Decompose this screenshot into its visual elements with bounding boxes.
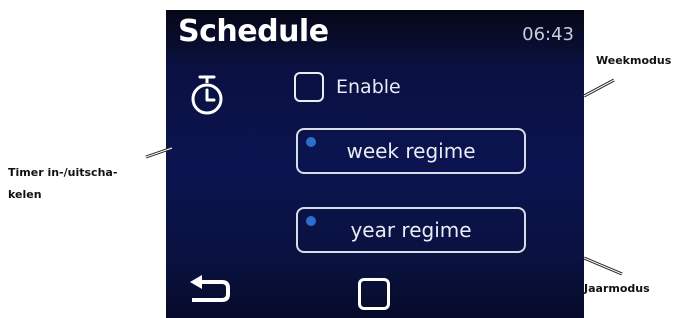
selection-dot bbox=[306, 216, 316, 226]
title-bar: Schedule 06:43 bbox=[166, 10, 584, 58]
home-square-icon[interactable] bbox=[358, 278, 390, 310]
year-regime-button[interactable]: year regime bbox=[296, 207, 526, 253]
year-regime-label: year regime bbox=[350, 218, 472, 242]
week-regime-button[interactable]: week regime bbox=[296, 128, 526, 174]
back-arrow-icon[interactable] bbox=[188, 274, 232, 308]
leader-week bbox=[583, 78, 615, 98]
selection-dot bbox=[306, 137, 316, 147]
annotation-jaar: Jaarmodus bbox=[584, 282, 650, 295]
device-screen: Schedule 06:43 Enable week regime year r… bbox=[166, 10, 584, 318]
stopwatch-icon[interactable] bbox=[186, 74, 228, 116]
annotation-timer: Timer in-/uitscha-kelen bbox=[8, 166, 118, 201]
clock: 06:43 bbox=[522, 24, 574, 45]
page-title: Schedule bbox=[178, 14, 329, 49]
enable-checkbox[interactable] bbox=[294, 72, 324, 102]
annotation-week: Weekmodus bbox=[596, 54, 672, 67]
leader-jaar bbox=[583, 256, 623, 276]
enable-label: Enable bbox=[336, 76, 401, 98]
week-regime-label: week regime bbox=[346, 139, 476, 163]
